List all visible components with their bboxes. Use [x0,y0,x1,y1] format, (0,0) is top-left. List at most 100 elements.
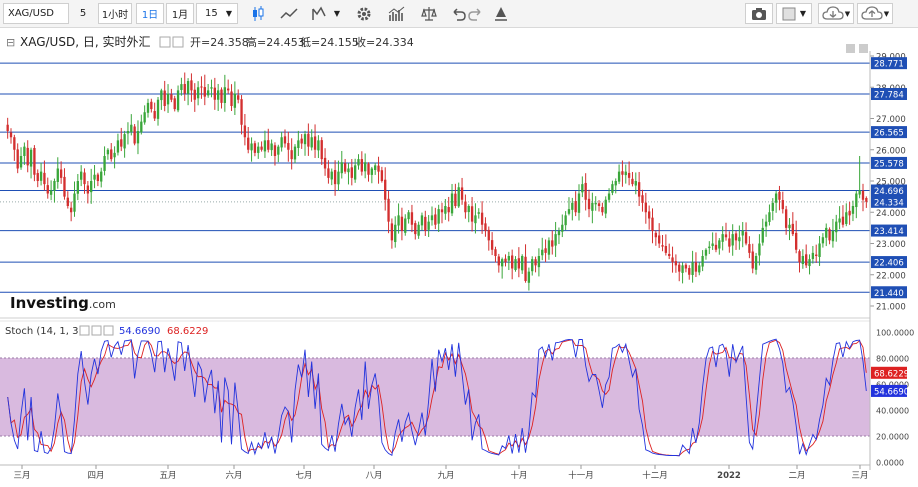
stoch-tick-label: 0.0000 [876,459,904,468]
candle-body [146,102,150,113]
indicator-dropdown-icon[interactable]: ▼ [331,3,343,24]
candle-body [49,190,53,195]
candle-body [230,91,233,106]
candle-body [9,132,13,138]
candle-body [741,231,744,236]
collapse-toggle-icon[interactable]: ⊟ [6,36,15,49]
symbol-input[interactable]: XAG/USD [3,3,69,24]
series-settings-button[interactable] [172,36,184,48]
bar-indicator-icon[interactable] [387,4,407,24]
settings-gear-icon[interactable] [354,4,374,24]
candle-body [280,137,283,148]
candle-body [327,168,330,178]
stoch-tick-label: 80.0000 [876,355,909,364]
candle-body [160,90,163,101]
candle-body [504,258,507,263]
candle-body [524,256,527,281]
candle-body [387,198,390,222]
investing-logo-brand: Investing [10,294,89,312]
candle-body [581,184,584,193]
color-box-icon [782,7,796,20]
candle-body [220,89,223,103]
candle-body [647,211,651,219]
candle-body [343,163,347,172]
candle-body [394,224,397,243]
candle-body [494,249,497,256]
candlestick-icon[interactable] [248,4,268,24]
alert-icon[interactable] [491,4,511,24]
hide-series-button[interactable] [159,36,171,48]
candle-body [698,265,701,273]
ohlc-high-value: =24.453 [257,36,305,49]
camera-button[interactable] [745,3,773,24]
undo-icon[interactable] [448,4,468,24]
redo-icon[interactable] [466,4,486,24]
cloud-upload-button[interactable]: ▼ [857,3,893,24]
candle-body [86,185,90,194]
candle-body [307,133,310,147]
candle-body [337,171,340,185]
candle-body [474,215,477,224]
candle-body [537,256,541,268]
candle-body [116,140,120,153]
candle-body [527,271,531,283]
stoch-settings-button[interactable] [91,325,102,336]
candle-body [768,212,771,222]
candle-body [684,264,688,269]
interval-1h[interactable]: 1小时 [98,3,132,24]
candle-body [808,259,811,267]
candle-body [69,207,73,213]
candle-body [507,256,511,261]
scale-icon[interactable] [419,4,439,24]
candle-body [557,231,561,236]
candle-body [23,146,26,157]
candle-body [865,198,868,202]
ohlc-low-value: =24.155 [311,36,359,49]
candle-body [233,93,237,108]
candle-body [303,134,307,145]
interval-select[interactable]: 15 ▼ [196,3,238,24]
candle-body [487,229,490,241]
candle-body [444,206,447,214]
candle-body [36,173,39,181]
candle-body [153,110,156,119]
color-box-button[interactable]: ▼ [776,3,812,24]
candle-body [500,259,504,267]
candle-body [835,221,838,233]
interval-1d[interactable]: 1日 [136,3,164,24]
chart-canvas[interactable]: 29.00028.00027.00026.00025.00024.00023.0… [0,29,918,484]
price-tick-label: 23.000 [876,240,906,250]
candle-body [681,265,684,273]
candle-body [641,195,644,203]
candle-body [784,209,788,228]
candle-body [277,146,280,155]
ohlc-close-value: =24.334 [366,36,414,49]
panel-settings-button[interactable] [846,44,855,53]
candle-body [624,171,627,176]
camera-icon [752,7,766,20]
candle-body [200,86,203,88]
candle-body [250,143,253,151]
stoch-tick-label: 20.0000 [876,433,909,442]
stoch-hide-button[interactable] [79,325,90,336]
panel-maximize-button[interactable] [859,44,868,53]
candle-body [825,227,828,238]
candle-body [143,112,146,123]
candle-body [704,249,708,256]
candle-body [607,193,611,200]
price-tick-label: 24.000 [876,209,906,219]
line-chart-icon[interactable] [279,4,299,24]
candle-body [688,268,691,275]
candle-body [186,81,190,94]
stoch-remove-button[interactable] [103,325,114,336]
indicator-icon[interactable] [309,4,329,24]
candle-body [130,124,133,133]
candle-body [83,172,86,185]
interval-1mo[interactable]: 1月 [166,3,194,24]
candle-body [113,152,116,158]
candle-body [53,181,56,191]
candle-body [216,90,220,100]
cloud-download-button[interactable]: ▼ [818,3,854,24]
interval-5[interactable]: 5 [74,3,92,24]
candle-body [196,87,200,99]
